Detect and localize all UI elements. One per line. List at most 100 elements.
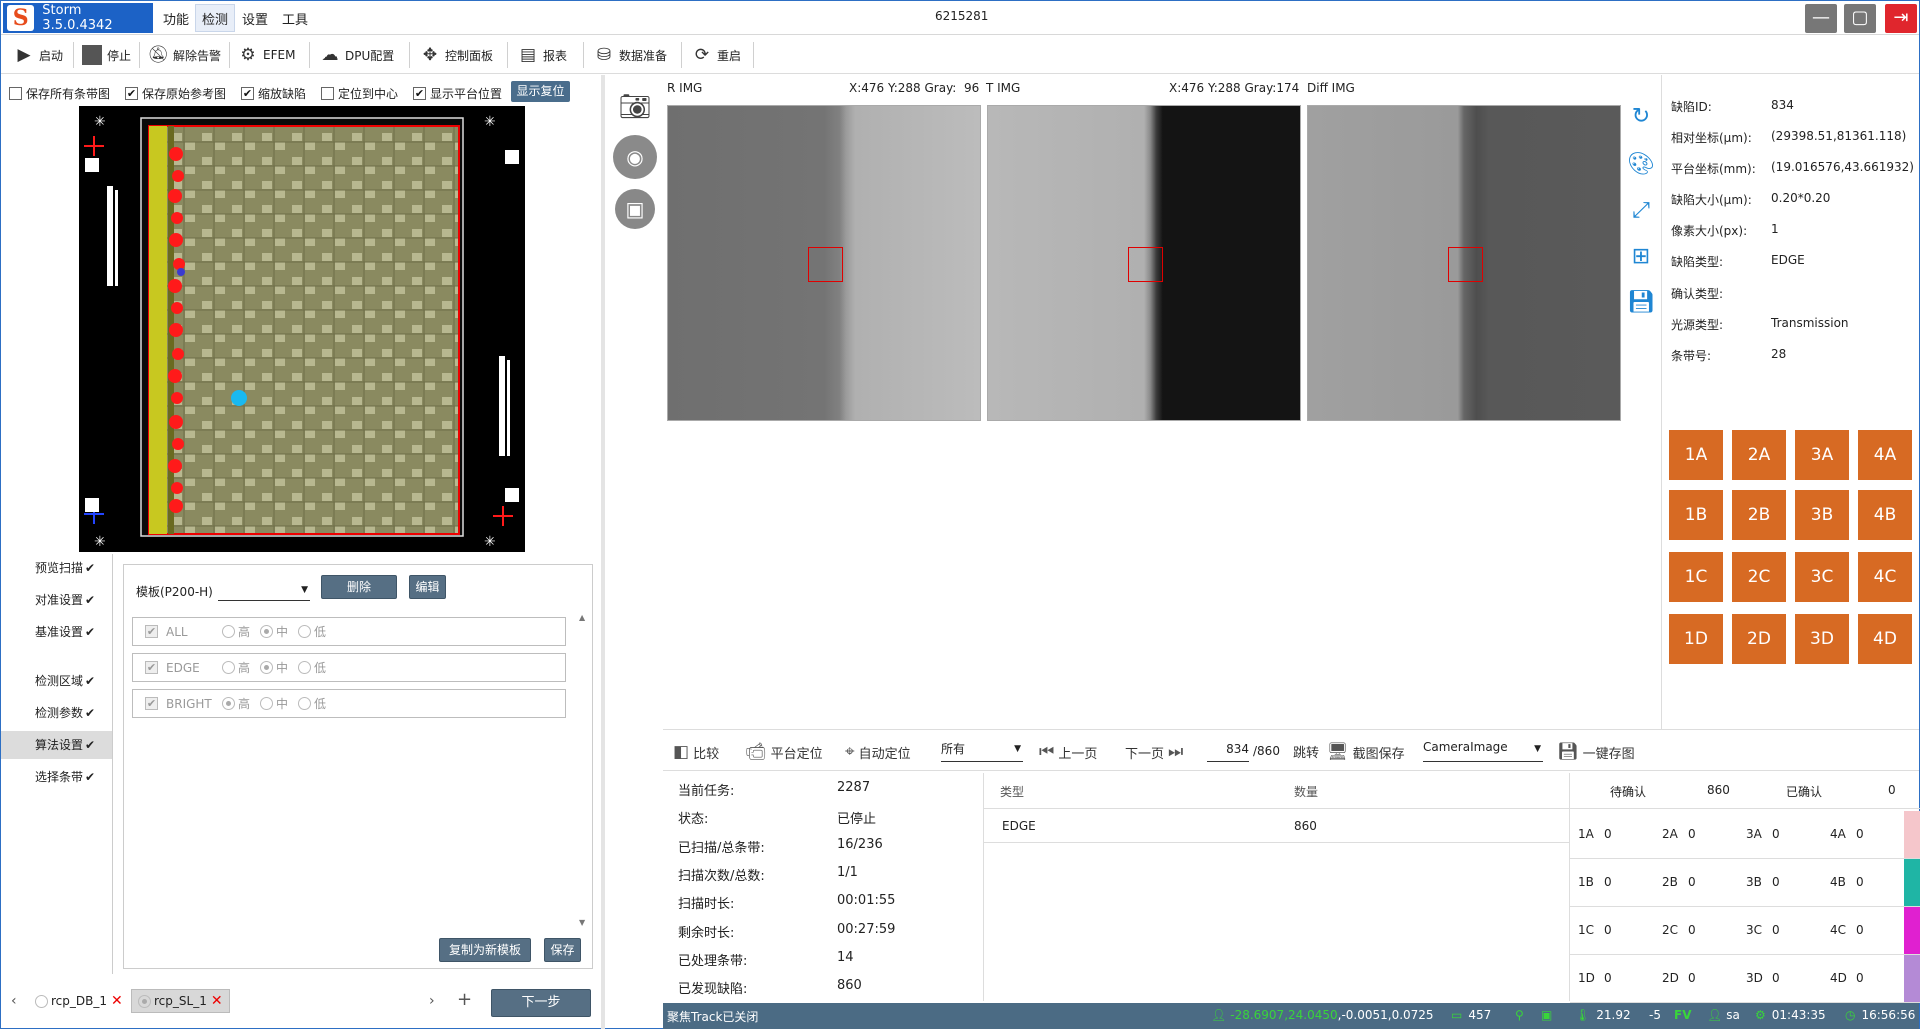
add-icon[interactable]: + — [457, 989, 472, 1010]
efem-button[interactable]: ⚙ EFEM — [237, 42, 295, 68]
clear-alarm-button[interactable]: 🔕︎ 解除告警 — [147, 42, 221, 68]
filter-select[interactable]: 所有 ▼ — [941, 740, 1023, 762]
auto-locate-button[interactable]: ⌖ 自动定位 — [845, 742, 911, 762]
palette-icon[interactable]: 🎨︎ — [1627, 151, 1655, 179]
camera-icon[interactable]: 📷︎ — [615, 87, 655, 127]
locate-center-checkbox[interactable]: 定位到中心 — [321, 85, 398, 102]
radio-high[interactable] — [222, 661, 235, 674]
wafer-view-icon[interactable]: ◉ — [613, 135, 657, 179]
stop-button[interactable]: 停止 — [81, 42, 131, 68]
class-button-3a[interactable]: 3A — [1795, 430, 1849, 480]
save-all-strips-checkbox[interactable]: 保存所有条带图 — [9, 85, 110, 102]
recipe-tab[interactable]: rcp_DB_1 ✕ — [35, 993, 123, 1009]
template-select[interactable]: ▼ — [218, 581, 310, 601]
class-button-1d[interactable]: 1D — [1669, 614, 1723, 664]
diff-image[interactable] — [1307, 105, 1621, 421]
next-step-button[interactable]: 下一步 — [491, 989, 591, 1017]
nav-select-strips[interactable]: 选择条带 ✔ — [1, 763, 112, 791]
nav-alignment[interactable]: 对准设置 ✔ — [1, 586, 112, 614]
chevron-right-icon[interactable]: › — [429, 993, 435, 1009]
compare-button[interactable]: ◧ 比较 — [673, 742, 719, 762]
radio-high[interactable] — [222, 697, 235, 710]
save-template-button[interactable]: 保存 — [544, 938, 581, 962]
menu-tools[interactable]: 工具 — [282, 9, 308, 28]
zoom-defect-checkbox[interactable]: ✔ 缩放缺陷 — [241, 85, 306, 102]
class-button-3c[interactable]: 3C — [1795, 552, 1849, 602]
dpu-config-button[interactable]: ☁ DPU配置 — [319, 42, 395, 68]
class-button-4a[interactable]: 4A — [1858, 430, 1912, 480]
platform-locate-button[interactable]: 📹︎ 平台定位 — [745, 742, 823, 762]
scroll-down-icon[interactable]: ▼ — [579, 918, 585, 927]
menu-settings[interactable]: 设置 — [242, 9, 268, 28]
r-image[interactable] — [667, 105, 981, 421]
jump-button[interactable]: 跳转 — [1293, 742, 1319, 761]
nav-preview-scan[interactable]: 预览扫描 ✔ — [1, 554, 112, 582]
next-page-button[interactable]: 下一页 ⏭ — [1125, 742, 1187, 762]
class-button-3d[interactable]: 3D — [1795, 614, 1849, 664]
panel-divider[interactable] — [601, 75, 605, 1029]
save-all-images-button[interactable]: 💾︎ 一键存图 — [1557, 742, 1635, 762]
close-icon[interactable]: ✕ — [111, 993, 123, 1009]
checkbox-box[interactable]: ✔ — [145, 697, 158, 710]
class-button-4c[interactable]: 4C — [1858, 552, 1912, 602]
nav-algorithm[interactable]: 算法设置 ✔ — [1, 731, 112, 759]
fit-screen-icon[interactable]: ⤢ — [1627, 197, 1655, 225]
wafer-map[interactable]: ✳ ✳ ✳ ✳ — [79, 106, 525, 552]
maximize-button[interactable]: ▢ — [1844, 4, 1876, 33]
minimize-button[interactable]: — — [1805, 4, 1837, 33]
prev-page-button[interactable]: ⏮ 上一页 — [1039, 742, 1097, 762]
page-input[interactable]: 834 — [1207, 742, 1249, 762]
class-button-1b[interactable]: 1B — [1669, 490, 1723, 540]
class-button-2d[interactable]: 2D — [1732, 614, 1786, 664]
show-platform-checkbox[interactable]: ✔ 显示平台位置 — [413, 85, 502, 102]
nav-inspect-region[interactable]: 检测区域 ✔ — [1, 667, 112, 695]
t-image[interactable] — [987, 105, 1301, 421]
save-icon[interactable]: 💾︎ — [1627, 289, 1655, 317]
chevron-left-icon[interactable]: ‹ — [11, 993, 17, 1009]
show-reset-button[interactable]: 显示复位 — [511, 81, 570, 102]
start-button[interactable]: ▶ 启动 — [13, 42, 63, 68]
report-button[interactable]: ▤ 报表 — [517, 42, 567, 68]
radio-low[interactable] — [298, 661, 312, 674]
camera-select[interactable]: CameraImage ▼ — [1423, 740, 1543, 762]
menu-function[interactable]: 功能 — [163, 9, 189, 28]
close-icon[interactable]: ✕ — [211, 993, 223, 1009]
class-button-1a[interactable]: 1A — [1669, 430, 1723, 480]
checkbox-box[interactable]: ✔ — [145, 661, 158, 674]
scroll-up-icon[interactable]: ▲ — [579, 613, 585, 622]
class-button-2b[interactable]: 2B — [1732, 490, 1786, 540]
delete-template-button[interactable]: 删除 — [321, 575, 397, 599]
screenshot-save-button[interactable]: 🖥︎ 截图保存 — [1327, 742, 1405, 762]
class-button-2c[interactable]: 2C — [1732, 552, 1786, 602]
data-prep-button[interactable]: ⛁ 数据准备 — [593, 42, 667, 68]
confirm-type-label: 确认类型: — [1671, 287, 1724, 301]
add-roi-icon[interactable]: ⊞ — [1627, 243, 1655, 271]
checkbox-box[interactable]: ✔ — [145, 625, 158, 638]
radio-low[interactable] — [298, 625, 312, 638]
control-panel-button[interactable]: ✥ 控制面板 — [419, 42, 493, 68]
menu-inspect[interactable]: 检测 — [195, 4, 236, 32]
radio-mid[interactable] — [260, 661, 274, 674]
nav-reference[interactable]: 基准设置 ✔ — [1, 618, 112, 646]
class-button-2a[interactable]: 2A — [1732, 430, 1786, 480]
radio-low[interactable] — [298, 697, 312, 710]
algorithm-panel: 模板(P200-H) ▼ 删除 编辑 ▲ ▼ ✔ ALL 高 中 低 ✔ EDG… — [123, 564, 593, 969]
radio-mid[interactable] — [260, 697, 274, 710]
save-raw-reference-checkbox[interactable]: ✔ 保存原始参考图 — [125, 85, 226, 102]
nav-inspect-params[interactable]: 检测参数 ✔ — [1, 699, 112, 727]
class-button-4b[interactable]: 4B — [1858, 490, 1912, 540]
image-view-icon[interactable]: ▣ — [615, 189, 655, 229]
recipe-tab-active[interactable]: rcp_SL_1 ✕ — [131, 989, 230, 1013]
rotate-icon[interactable]: ↻ — [1627, 103, 1655, 131]
restart-button[interactable]: ⟳ 重启 — [691, 42, 741, 68]
class-button-4d[interactable]: 4D — [1858, 614, 1912, 664]
radio-mid[interactable] — [260, 625, 274, 638]
copy-template-button[interactable]: 复制为新模板 — [439, 938, 531, 962]
count-row: 1D 0 2D 0 3D 0 4D 0 — [1570, 955, 1920, 1003]
edit-template-button[interactable]: 编辑 — [409, 575, 446, 599]
class-button-1c[interactable]: 1C — [1669, 552, 1723, 602]
class-button-3b[interactable]: 3B — [1795, 490, 1849, 540]
table-row[interactable]: EDGE 860 — [984, 809, 1570, 843]
exit-button[interactable]: ⇥ — [1885, 4, 1917, 33]
radio-high[interactable] — [222, 625, 235, 638]
